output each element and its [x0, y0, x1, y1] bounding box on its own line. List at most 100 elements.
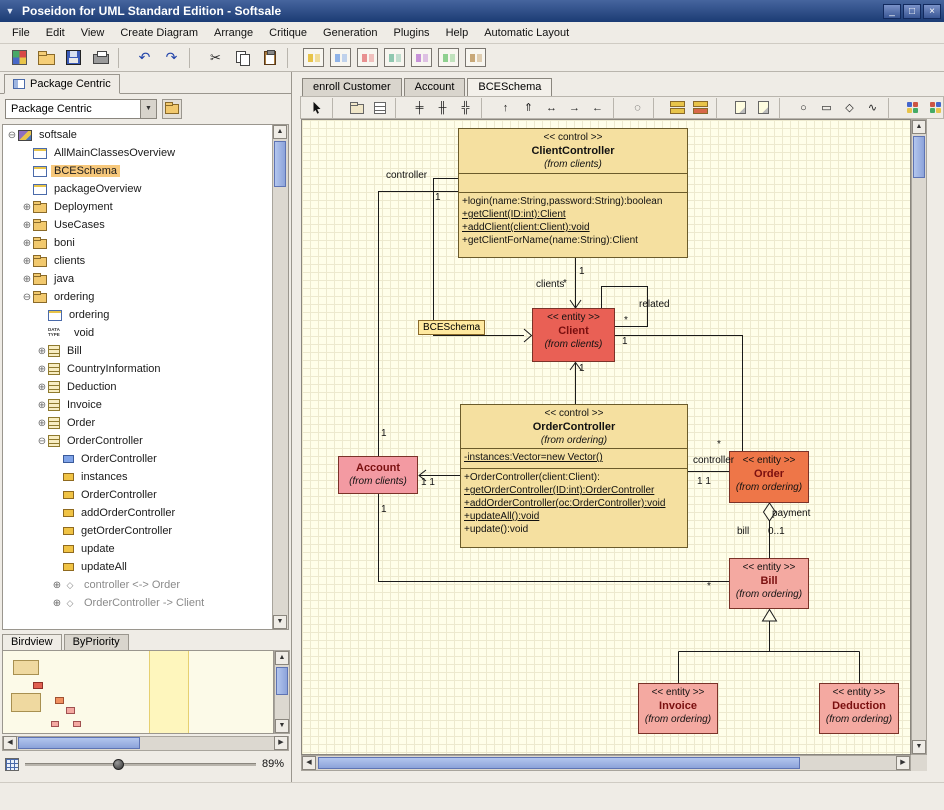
tree-item[interactable]: ⊕◇controller <-> Order	[3, 576, 272, 594]
scrollbar-thumb[interactable]	[276, 667, 288, 695]
save-button[interactable]	[60, 46, 87, 70]
new-button[interactable]	[6, 46, 33, 70]
tree-expander-minus-icon[interactable]: ⊖	[36, 436, 48, 447]
tree-item[interactable]: update	[3, 540, 272, 558]
menu-item-view[interactable]: View	[73, 24, 113, 42]
select-button[interactable]	[305, 98, 328, 118]
menu-item-edit[interactable]: Edit	[38, 24, 73, 42]
scrollbar-thumb[interactable]	[274, 141, 286, 187]
deployment-diagram-button[interactable]	[462, 46, 489, 70]
activity-diagram-button[interactable]	[435, 46, 462, 70]
tree-item[interactable]: BCESchema	[3, 162, 272, 180]
nav-left-button[interactable]: ←	[586, 98, 609, 118]
scroll-right-button[interactable]: ▶	[274, 736, 288, 750]
statechart-diagram-button[interactable]	[408, 46, 435, 70]
diagram-name-label[interactable]: BCESchema	[418, 320, 485, 335]
tree-item[interactable]: AllMainClassesOverview	[3, 144, 272, 162]
tree-expander-plus-icon[interactable]: ⊕	[21, 256, 33, 267]
tab-birdview[interactable]: Birdview	[2, 634, 62, 650]
class-clientcontroller[interactable]: << control >> ClientController (from cli…	[458, 128, 688, 258]
tree-expander-minus-icon[interactable]: ⊖	[6, 130, 18, 141]
tree-item[interactable]: ordering	[3, 306, 272, 324]
class-client[interactable]: << entity >> Client (from clients)	[532, 308, 615, 362]
copy-button[interactable]	[229, 46, 256, 70]
open-button[interactable]	[33, 46, 60, 70]
scroll-up-button[interactable]: ▲	[912, 120, 926, 134]
minimize-button[interactable]: _	[883, 4, 901, 19]
scrollbar-thumb[interactable]	[318, 757, 800, 769]
print-button[interactable]	[87, 46, 114, 70]
tab-bypriority[interactable]: ByPriority	[64, 634, 129, 650]
scroll-down-button[interactable]: ▼	[912, 740, 926, 754]
tree-item[interactable]: getOrderController	[3, 522, 272, 540]
menu-item-generation[interactable]: Generation	[315, 24, 385, 42]
tree-expander-plus-icon[interactable]: ⊕	[36, 346, 48, 357]
nav-up-strong-button[interactable]: ⇑	[517, 98, 540, 118]
redo-button[interactable]: ↷	[158, 46, 185, 70]
zoom-slider-thumb[interactable]	[113, 759, 124, 770]
scroll-left-button[interactable]: ◀	[302, 756, 316, 770]
mini-overview-button[interactable]	[901, 98, 924, 118]
nav-right-button[interactable]: →	[563, 98, 586, 118]
scroll-left-button[interactable]: ◀	[3, 736, 17, 750]
tree-item[interactable]: ⊕Bill	[3, 342, 272, 360]
scrollbar-thumb[interactable]	[18, 737, 140, 749]
tree-item[interactable]: OrderController	[3, 486, 272, 504]
draw-rect-button[interactable]: ▭	[815, 98, 838, 118]
menu-item-file[interactable]: File	[4, 24, 38, 42]
configure-perspective-button[interactable]	[162, 99, 182, 119]
menu-item-arrange[interactable]: Arrange	[206, 24, 261, 42]
tree-item[interactable]: addOrderController	[3, 504, 272, 522]
tree-item[interactable]: OrderController	[3, 450, 272, 468]
tree-item[interactable]: ⊖ordering	[3, 288, 272, 306]
draw-curve-button[interactable]: ∿	[861, 98, 884, 118]
tree-expander-plus-icon[interactable]: ⊕	[21, 202, 33, 213]
show-attributes-button[interactable]	[666, 98, 689, 118]
tree-item[interactable]: ⊕Deduction	[3, 378, 272, 396]
tree-item[interactable]: DATATYPEvoid	[3, 324, 272, 342]
class-invoice[interactable]: << entity >> Invoice (from ordering)	[638, 683, 718, 734]
scroll-up-button[interactable]: ▲	[275, 651, 289, 665]
window-menu-icon[interactable]: ▼	[3, 5, 17, 17]
tree-item[interactable]: updateAll	[3, 558, 272, 576]
tree-item[interactable]: ⊕UseCases	[3, 216, 272, 234]
tree-item[interactable]: ⊕java	[3, 270, 272, 288]
birdview-minimap[interactable]	[2, 650, 274, 734]
scroll-right-button[interactable]: ▶	[896, 756, 910, 770]
scroll-down-button[interactable]: ▼	[275, 719, 289, 733]
minimap-scrollbar-vertical[interactable]: ▲ ▼	[274, 650, 290, 734]
add-note-link-button[interactable]	[752, 98, 775, 118]
class-deduction[interactable]: << entity >> Deduction (from ordering)	[819, 683, 899, 734]
tree-item[interactable]: ⊕◇OrderController -> Client	[3, 594, 272, 612]
tree-item[interactable]: instances	[3, 468, 272, 486]
add-comment-button[interactable]: ◌	[626, 98, 649, 118]
tab-account[interactable]: Account	[404, 78, 466, 96]
scroll-up-button[interactable]: ▲	[273, 125, 287, 139]
tree-item[interactable]: ⊕CountryInformation	[3, 360, 272, 378]
tree-expander-plus-icon[interactable]: ⊕	[21, 220, 33, 231]
zoom-slider[interactable]	[25, 763, 256, 766]
chevron-down-icon[interactable]: ▼	[140, 100, 156, 118]
tree-item[interactable]: packageOverview	[3, 180, 272, 198]
usecase-diagram-button[interactable]	[327, 46, 354, 70]
tree-item[interactable]: ⊖softsale	[3, 126, 272, 144]
cut-button[interactable]: ✂	[202, 46, 229, 70]
class-order[interactable]: << entity >> Order (from ordering)	[729, 451, 809, 503]
tree-scrollbar[interactable]: ▲ ▼	[272, 125, 288, 629]
scroll-down-button[interactable]: ▼	[273, 615, 287, 629]
mini-palette-button[interactable]	[924, 98, 944, 118]
tree-item[interactable]: ⊕Deployment	[3, 198, 272, 216]
add-note-button[interactable]	[729, 98, 752, 118]
tree-expander-plus-icon[interactable]: ⊕	[36, 382, 48, 393]
tree-expander-plus-icon[interactable]: ⊕	[36, 400, 48, 411]
show-operations-button[interactable]	[689, 98, 712, 118]
paste-button[interactable]	[256, 46, 283, 70]
nav-up-button[interactable]: ↑	[494, 98, 517, 118]
canvas-scrollbar-vertical[interactable]: ▲ ▼	[911, 119, 927, 755]
undo-button[interactable]: ↶	[131, 46, 158, 70]
menu-item-create-diagram[interactable]: Create Diagram	[112, 24, 206, 42]
tree-item[interactable]: ⊖OrderController	[3, 432, 272, 450]
tree-expander-plus-icon[interactable]: ⊕	[51, 580, 63, 591]
draw-ellipse-button[interactable]: ○	[792, 98, 815, 118]
scrollbar-thumb[interactable]	[913, 136, 925, 178]
